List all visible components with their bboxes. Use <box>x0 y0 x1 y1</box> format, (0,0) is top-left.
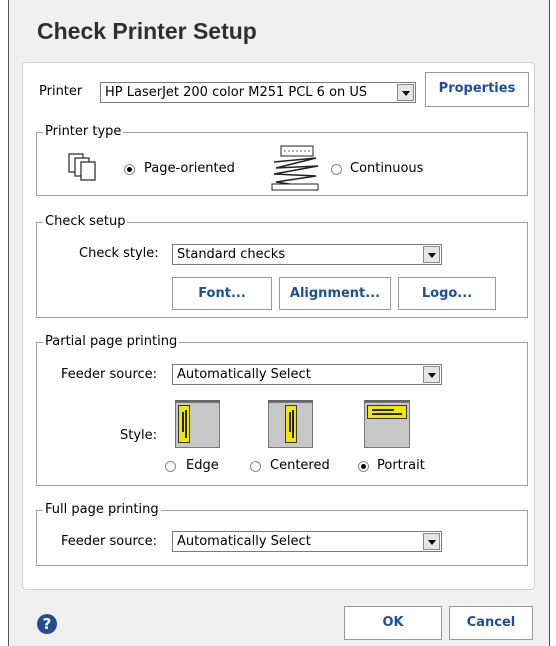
chevron-down-icon[interactable] <box>423 366 440 383</box>
printer-type-title: Printer type <box>43 124 124 139</box>
check-style-value: Standard checks <box>177 247 286 262</box>
page-oriented-label: Page-oriented <box>144 161 235 176</box>
partial-feeder-source-select[interactable]: Automatically Select <box>172 364 442 385</box>
edge-style-thumbnail[interactable] <box>175 400 220 448</box>
alignment-button[interactable]: Alignment... <box>279 277 391 310</box>
partial-page-printing-title: Partial page printing <box>43 334 180 349</box>
edge-check-image <box>178 405 190 443</box>
chevron-down-icon[interactable] <box>423 246 440 263</box>
help-icon[interactable]: ? <box>37 614 57 634</box>
check-setup-title: Check setup <box>43 214 128 229</box>
check-style-select[interactable]: Standard checks <box>172 244 442 265</box>
chevron-down-icon[interactable] <box>397 84 414 101</box>
centered-label: Centered <box>270 458 330 473</box>
edge-radio[interactable] <box>165 461 176 472</box>
properties-button[interactable]: Properties <box>425 72 529 107</box>
printer-select[interactable]: HP LaserJet 200 color M251 PCL 6 on US <box>100 82 416 103</box>
partial-feeder-source-label: Feeder source: <box>61 367 158 382</box>
cancel-button[interactable]: Cancel <box>449 606 533 640</box>
full-page-printing-title: Full page printing <box>43 502 161 517</box>
font-button[interactable]: Font... <box>172 277 272 310</box>
check-style-label: Check style: <box>79 246 159 261</box>
page-oriented-radio[interactable] <box>124 164 135 175</box>
portrait-radio[interactable] <box>358 461 369 472</box>
continuous-radio[interactable] <box>331 164 342 175</box>
continuous-printer-icon <box>271 145 319 191</box>
continuous-label: Continuous <box>350 161 424 176</box>
dialog-title: Check Printer Setup <box>37 18 257 44</box>
edge-label: Edge <box>186 458 219 473</box>
portrait-check-image <box>367 405 407 419</box>
style-label: Style: <box>120 428 158 443</box>
printer-label: Printer <box>39 84 83 99</box>
chevron-down-icon[interactable] <box>423 533 440 550</box>
centered-check-image <box>285 405 297 443</box>
centered-style-thumbnail[interactable] <box>268 400 313 448</box>
partial-feeder-source-value: Automatically Select <box>177 367 311 382</box>
full-feeder-source-label: Feeder source: <box>61 534 158 549</box>
full-feeder-source-select[interactable]: Automatically Select <box>172 531 442 552</box>
centered-radio[interactable] <box>250 461 261 472</box>
portrait-style-thumbnail[interactable] <box>364 400 410 448</box>
printer-select-value: HP LaserJet 200 color M251 PCL 6 on US <box>105 85 368 100</box>
page-oriented-printer-icon <box>68 153 96 181</box>
ok-button[interactable]: OK <box>344 606 442 640</box>
logo-button[interactable]: Logo... <box>398 277 496 310</box>
full-feeder-source-value: Automatically Select <box>177 534 311 549</box>
portrait-label: Portrait <box>377 458 425 473</box>
